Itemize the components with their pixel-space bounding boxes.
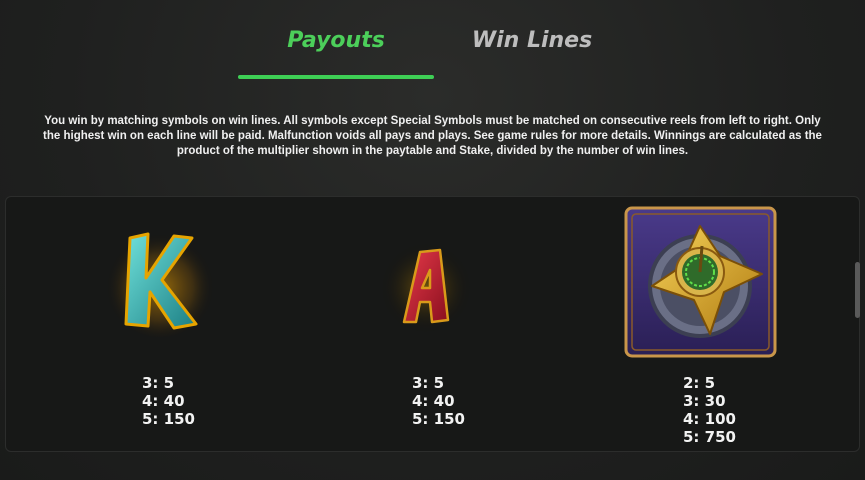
pay-row: 4: 100: [683, 410, 736, 428]
rules-description: You win by matching symbols on win lines…: [43, 115, 822, 157]
letter-k-icon: [105, 227, 215, 337]
pay-row: 2: 5: [683, 374, 716, 392]
tab-payouts[interactable]: Payouts: [238, 28, 434, 60]
paytable-tabs: Payouts Win Lines: [0, 0, 865, 82]
pay-row: 3: 30: [683, 392, 726, 410]
pays-k: 3: 5 4: 40 5: 150: [142, 374, 195, 428]
scrollbar[interactable]: [855, 262, 860, 318]
pay-row: 4: 40: [142, 392, 185, 410]
symbol-compass: [624, 206, 777, 358]
pay-row: 3: 5: [412, 374, 445, 392]
golden-compass-icon: [624, 206, 777, 358]
pays-a: 3: 5 4: 40 5: 150: [412, 374, 465, 428]
tab-win-lines[interactable]: Win Lines: [448, 28, 616, 60]
symbol-k: [100, 220, 220, 340]
pay-row: 4: 40: [412, 392, 455, 410]
pay-row: 5: 150: [412, 410, 465, 428]
pays-compass: 2: 5 3: 30 4: 100 5: 750: [683, 374, 736, 446]
symbol-a: [376, 238, 476, 338]
letter-a-icon: [380, 242, 472, 334]
pay-row: 5: 150: [142, 410, 195, 428]
pay-row: 3: 5: [142, 374, 175, 392]
active-tab-indicator: [238, 75, 434, 79]
pay-row: 5: 750: [683, 428, 736, 446]
